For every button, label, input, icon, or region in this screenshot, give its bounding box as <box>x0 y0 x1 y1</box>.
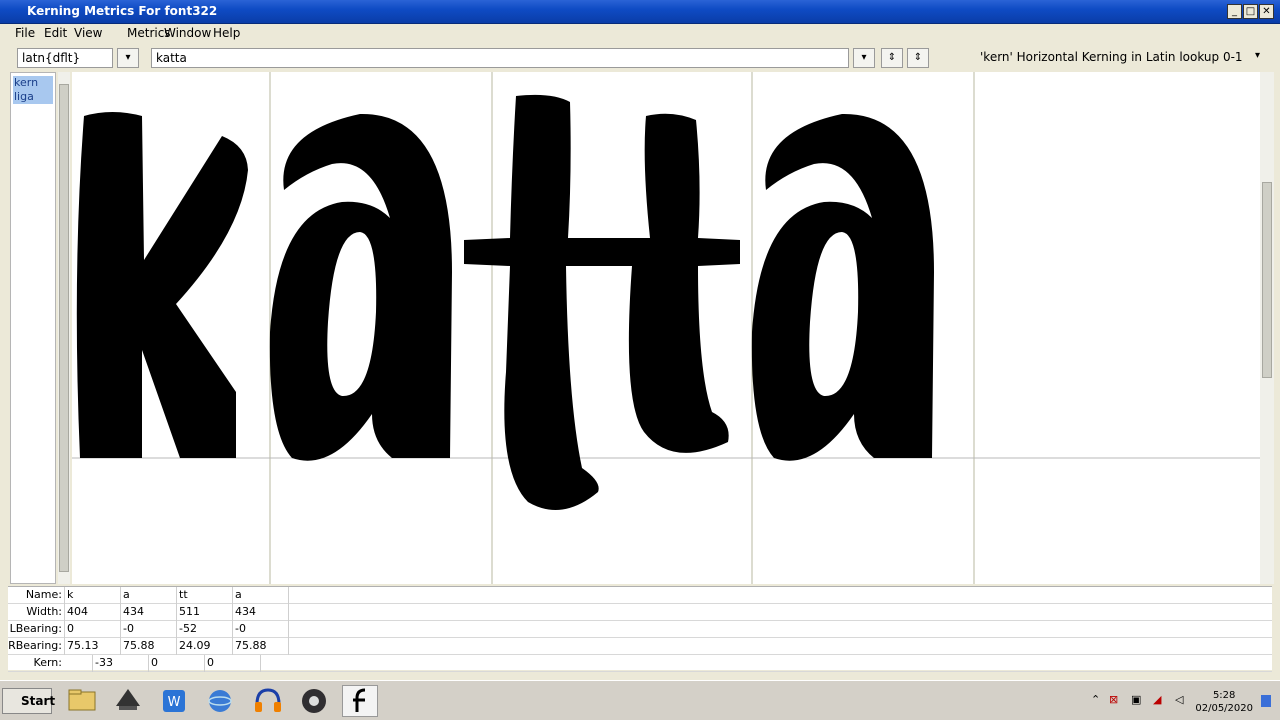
glyph-a[interactable] <box>751 113 934 461</box>
row-label: Kern: <box>33 656 62 669</box>
feature-item-kern[interactable]: kern <box>13 76 53 90</box>
scrollbar-thumb[interactable] <box>59 84 69 572</box>
tray-expand-icon[interactable]: ⌃ <box>1091 693 1100 706</box>
row-label: Width: <box>26 605 62 618</box>
lookup-select[interactable]: 'kern' Horizontal Kerning in Latin looku… <box>942 48 1264 68</box>
name-cell[interactable]: k <box>64 587 120 604</box>
row-label: RBearing: <box>8 639 62 652</box>
metrics-row-name: Name: k a tt a <box>8 587 1272 604</box>
fontforge-icon[interactable] <box>342 685 378 717</box>
word-icon[interactable]: W <box>156 685 192 717</box>
rbearing-cell[interactable]: 75.13 <box>64 638 120 655</box>
name-cell[interactable]: a <box>120 587 176 604</box>
taskbar: Start W ⌃ ⊠ ▣ ◢ ◁ 5:28 02/05/2020 <box>0 680 1280 720</box>
chevron-down-icon: ▾ <box>861 52 867 63</box>
lookup-label: 'kern' Horizontal Kerning in Latin looku… <box>980 50 1243 64</box>
width-cell[interactable]: 434 <box>232 604 288 621</box>
script-lang-field[interactable]: latn{dflt} <box>17 48 113 68</box>
width-cell[interactable]: 511 <box>176 604 232 621</box>
updown-arrows-icon: ⇕ <box>887 52 897 63</box>
glyph-canvas-svg <box>72 72 1260 584</box>
metrics-row-rbearing: RBearing: 75.13 75.88 24.09 75.88 <box>8 638 1272 655</box>
chevron-down-icon: ▾ <box>1254 50 1260 61</box>
row-label: LBearing: <box>9 622 62 635</box>
width-cell[interactable]: 434 <box>120 604 176 621</box>
minimize-button[interactable]: _ <box>1227 4 1242 19</box>
width-cell[interactable]: 404 <box>64 604 120 621</box>
updown-arrows-icon: ⇕ <box>913 52 923 63</box>
show-desktop-icon[interactable] <box>1261 695 1271 707</box>
glyph-k[interactable] <box>76 112 248 458</box>
file-manager-icon[interactable] <box>64 685 100 717</box>
close-button[interactable]: ✕ <box>1259 4 1274 19</box>
title-bar: Kerning Metrics For font322 _ □ ✕ <box>0 0 1280 24</box>
empty-cell[interactable] <box>288 621 344 638</box>
start-button[interactable]: Start <box>2 688 55 714</box>
toolbar: latn{dflt} ▾ katta ▾ ⇕ ⇕ 'kern' Horizont… <box>0 44 1280 72</box>
kern-cell[interactable]: 0 <box>148 655 204 672</box>
svg-text:W: W <box>168 695 181 710</box>
browser-icon[interactable] <box>202 685 238 717</box>
menu-element[interactable]: View <box>74 26 102 40</box>
metrics-row-lbearing: LBearing: 0 -0 -52 -0 <box>8 621 1272 638</box>
lbearing-cell[interactable]: 0 <box>64 621 120 638</box>
maximize-button[interactable]: □ <box>1243 4 1258 19</box>
name-cell[interactable]: tt <box>176 587 232 604</box>
tray-signal-icon[interactable]: ◢ <box>1153 693 1161 706</box>
tray-network-icon[interactable]: ⊠ <box>1109 693 1118 706</box>
empty-cell[interactable] <box>288 587 344 604</box>
menu-metrics[interactable]: Window <box>164 26 211 40</box>
text-input[interactable]: katta <box>151 48 849 68</box>
fontforge-window: Kerning Metrics For font322 _ □ ✕ File E… <box>0 0 1280 720</box>
clock-time: 5:28 <box>1212 690 1236 701</box>
metrics-grid: Name: k a tt a Width: 404 434 511 434 LB… <box>8 586 1272 672</box>
vertical-scrollbar-right[interactable] <box>1260 72 1274 584</box>
vertical-scrollbar-left[interactable] <box>58 72 70 584</box>
audacity-icon[interactable] <box>250 685 286 717</box>
obs-icon[interactable] <box>296 685 332 717</box>
clock[interactable]: 5:28 02/05/2020 <box>1195 689 1253 715</box>
kern-cell[interactable]: -33 <box>92 655 148 672</box>
menu-bar: File Edit View Metrics Window Help <box>0 24 1280 44</box>
metrics-row-width: Width: 404 434 511 434 <box>8 604 1272 621</box>
prev-word-button[interactable]: ⇕ <box>881 48 903 68</box>
name-cell[interactable]: a <box>232 587 288 604</box>
empty-cell[interactable] <box>288 638 344 655</box>
lbearing-cell[interactable]: -0 <box>232 621 288 638</box>
menu-edit[interactable]: Edit <box>44 26 67 40</box>
tray-device-icon[interactable]: ▣ <box>1131 693 1141 706</box>
window-title: Kerning Metrics For font322 <box>27 4 218 18</box>
rbearing-cell[interactable]: 75.88 <box>120 638 176 655</box>
kern-cell[interactable]: 0 <box>204 655 260 672</box>
next-word-button[interactable]: ⇕ <box>907 48 929 68</box>
chevron-down-icon: ▾ <box>125 52 131 63</box>
metrics-row-kern: Kern: -33 0 0 <box>8 655 1272 672</box>
system-tray: ⌃ ⊠ ▣ ◢ ◁ 5:28 02/05/2020 <box>1085 685 1275 717</box>
script-lang-dropdown[interactable]: ▾ <box>117 48 139 68</box>
empty-cell[interactable] <box>288 604 344 621</box>
glyph-a[interactable] <box>269 113 452 461</box>
tray-volume-icon[interactable]: ◁ <box>1175 693 1183 706</box>
scrollbar-thumb[interactable] <box>1262 182 1272 378</box>
glyph-canvas[interactable] <box>72 72 1260 584</box>
feature-item-liga[interactable]: liga <box>13 90 53 104</box>
empty-cell[interactable] <box>260 655 316 672</box>
rbearing-cell[interactable]: 75.88 <box>232 638 288 655</box>
lbearing-cell[interactable]: -0 <box>120 621 176 638</box>
text-history-dropdown[interactable]: ▾ <box>853 48 875 68</box>
lbearing-cell[interactable]: -52 <box>176 621 232 638</box>
feature-list: kern liga <box>10 72 56 584</box>
rbearing-cell[interactable]: 24.09 <box>176 638 232 655</box>
inkscape-icon[interactable] <box>110 685 146 717</box>
glyph-tt[interactable] <box>464 94 740 510</box>
menu-file[interactable]: File <box>15 26 35 40</box>
menu-window[interactable]: Help <box>213 26 240 40</box>
clock-date: 02/05/2020 <box>1195 703 1253 714</box>
row-label: Name: <box>25 588 62 601</box>
